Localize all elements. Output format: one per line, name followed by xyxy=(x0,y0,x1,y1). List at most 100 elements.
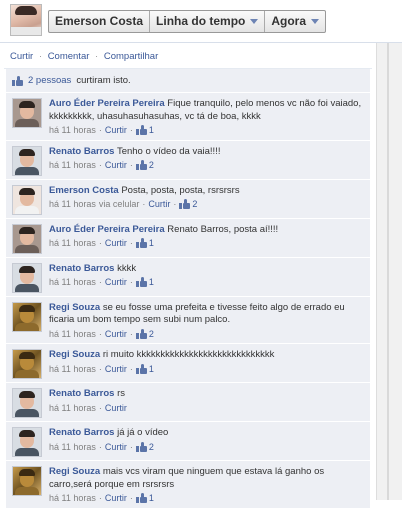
comment-time[interactable]: há 11 horas xyxy=(49,198,96,211)
avatar[interactable] xyxy=(12,427,42,457)
comment-like-count[interactable]: 2 xyxy=(135,328,154,341)
meta-separator: · xyxy=(129,441,133,452)
comment-author[interactable]: Regi Souza xyxy=(49,466,100,477)
timeline-nav: Emerson Costa Linha do tempo Agora xyxy=(48,10,327,33)
share-link[interactable]: Compartilhar xyxy=(104,51,158,62)
comment-item: Auro Éder Pereira Pereira Renato Barros,… xyxy=(6,217,370,257)
meta-separator: · xyxy=(129,238,133,248)
meta-separator: · xyxy=(129,493,133,503)
meta-separator: · xyxy=(98,493,102,503)
comment-time[interactable]: há 11 horas xyxy=(49,237,96,250)
time-label: Agora xyxy=(271,14,307,28)
comment-author[interactable]: Renato Barros xyxy=(49,263,114,274)
avatar[interactable] xyxy=(12,301,42,332)
like-link[interactable]: Curtir xyxy=(10,51,33,62)
comment-time[interactable]: há 11 horas xyxy=(49,124,96,137)
comment-text: ri muito kkkkkkkkkkkkkkkkkkkkkkkkkkkkk xyxy=(102,349,275,360)
like-count-value: 2 xyxy=(148,328,154,339)
comment-like-count[interactable]: 1 xyxy=(135,276,154,289)
comment-meta: há 11 horas via celular · Curtir · 2 xyxy=(49,198,364,211)
comment-like-count[interactable]: 1 xyxy=(135,124,154,137)
avatar[interactable] xyxy=(12,466,42,496)
profile-avatar[interactable] xyxy=(10,4,42,36)
comment-text: Tenho o vídeo da vaia!!!! xyxy=(116,145,221,157)
avatar[interactable] xyxy=(12,184,42,215)
scrollbar[interactable] xyxy=(376,43,402,500)
comment-author[interactable]: Regi Souza xyxy=(49,302,100,313)
comment-meta: há 11 horas · Curtir · 1 xyxy=(49,492,364,505)
likes-people-link[interactable]: 2 pessoas xyxy=(28,75,71,86)
comment-item: Regi Souza se eu fosse uma prefeita e ti… xyxy=(6,295,370,343)
meta-separator: · xyxy=(129,363,133,374)
meta-separator: · xyxy=(98,277,102,287)
comment-link[interactable]: Comentar xyxy=(48,51,90,62)
comment-like-count[interactable]: 1 xyxy=(135,363,154,376)
thumbs-up-icon xyxy=(135,238,147,249)
comment-item: Renato Barros rs há 11 horas · Curtir xyxy=(6,382,370,421)
comment-text: já já o vídeo xyxy=(117,427,169,438)
comment-like-link[interactable]: Curtir xyxy=(105,124,127,137)
comment-like-link[interactable]: Curtir xyxy=(105,328,127,341)
meta-separator: · xyxy=(129,277,133,287)
comment-via: via celular xyxy=(98,199,140,209)
comment-time[interactable]: há 11 horas xyxy=(49,492,96,505)
likes-suffix: curtiram isto. xyxy=(76,75,131,86)
meta-separator: · xyxy=(129,328,133,339)
profile-name-button[interactable]: Emerson Costa xyxy=(49,11,151,32)
comment-time[interactable]: há 11 horas xyxy=(49,402,96,415)
comment-like-count[interactable]: 2 xyxy=(135,159,154,172)
comment-time[interactable]: há 11 horas xyxy=(49,328,96,341)
comment-time[interactable]: há 11 horas xyxy=(49,159,96,172)
avatar[interactable] xyxy=(12,98,42,128)
meta-separator: · xyxy=(98,160,102,170)
comment-time[interactable]: há 11 horas xyxy=(49,363,96,376)
comment-like-link[interactable]: Curtir xyxy=(148,198,170,211)
comment-like-count[interactable]: 1 xyxy=(135,492,154,505)
comment-like-link[interactable]: Curtir xyxy=(105,492,127,505)
avatar[interactable] xyxy=(12,349,42,379)
comment-author[interactable]: Renato Barros xyxy=(49,427,114,438)
comment-author[interactable]: Renato Barros xyxy=(49,146,114,157)
comment-item: Renato Barros Tenho o vídeo da vaia!!!! h… xyxy=(6,139,370,179)
comment-meta: há 11 horas · Curtir · 1 xyxy=(49,363,364,376)
avatar[interactable] xyxy=(12,223,42,254)
comment-item: Renato Barros kkkk há 11 horas · Curtir ·… xyxy=(6,256,370,296)
comment-author[interactable]: Regi Souza xyxy=(49,349,100,360)
comment-like-count[interactable]: 2 xyxy=(179,198,197,211)
comment-like-link[interactable]: Curtir xyxy=(105,441,127,454)
comment-like-count[interactable]: 1 xyxy=(135,237,154,250)
comment-time[interactable]: há 11 horas xyxy=(49,276,96,289)
comment-meta: há 11 horas · Curtir · 1 xyxy=(49,124,364,137)
post-actions: Curtir · Comentar · Compartilhar xyxy=(4,43,372,69)
comment-text: Posta, posta, posta, rsrsrsrs xyxy=(121,184,240,196)
comment-author[interactable]: Auro Éder Pereira Pereira xyxy=(49,98,165,109)
comment-author[interactable]: Renato Barros xyxy=(49,388,114,399)
avatar[interactable] xyxy=(12,262,42,293)
timeline-dropdown[interactable]: Linha do tempo xyxy=(150,11,266,32)
comment-author[interactable]: Emerson Costa xyxy=(49,185,119,196)
time-dropdown[interactable]: Agora xyxy=(265,11,325,32)
meta-separator: · xyxy=(98,238,102,248)
avatar[interactable] xyxy=(12,388,42,418)
comment-like-count[interactable]: 2 xyxy=(135,441,154,454)
likes-summary: 2 pessoas curtiram isto. xyxy=(6,69,370,92)
comment-meta: há 11 horas · Curtir xyxy=(49,402,364,415)
comment-like-link[interactable]: Curtir xyxy=(105,159,127,172)
comment-meta: há 11 horas · Curtir · 1 xyxy=(49,237,364,250)
comment-item: Emerson Costa Posta, posta, posta, rsrsr… xyxy=(6,178,370,218)
post-feed: Curtir · Comentar · Compartilhar 2 pesso… xyxy=(4,43,372,508)
like-count-value: 2 xyxy=(148,441,154,452)
like-count-value: 1 xyxy=(148,125,154,135)
comment-like-link[interactable]: Curtir xyxy=(105,402,127,415)
meta-separator: · xyxy=(98,363,102,374)
comment-meta: há 11 horas · Curtir · 1 xyxy=(49,276,364,289)
thumbs-up-icon xyxy=(135,493,147,504)
comment-like-link[interactable]: Curtir xyxy=(105,276,127,289)
comment-item: Regi Souza mais vcs viram que ninguem qu… xyxy=(6,460,370,508)
comment-time[interactable]: há 11 horas xyxy=(49,441,96,454)
comment-like-link[interactable]: Curtir xyxy=(105,237,127,250)
comment-author[interactable]: Auro Éder Pereira Pereira xyxy=(49,224,165,235)
avatar[interactable] xyxy=(12,145,42,176)
comment-like-link[interactable]: Curtir xyxy=(105,363,127,376)
comment-text: Renato Barros, posta aí!!!! xyxy=(167,223,279,235)
